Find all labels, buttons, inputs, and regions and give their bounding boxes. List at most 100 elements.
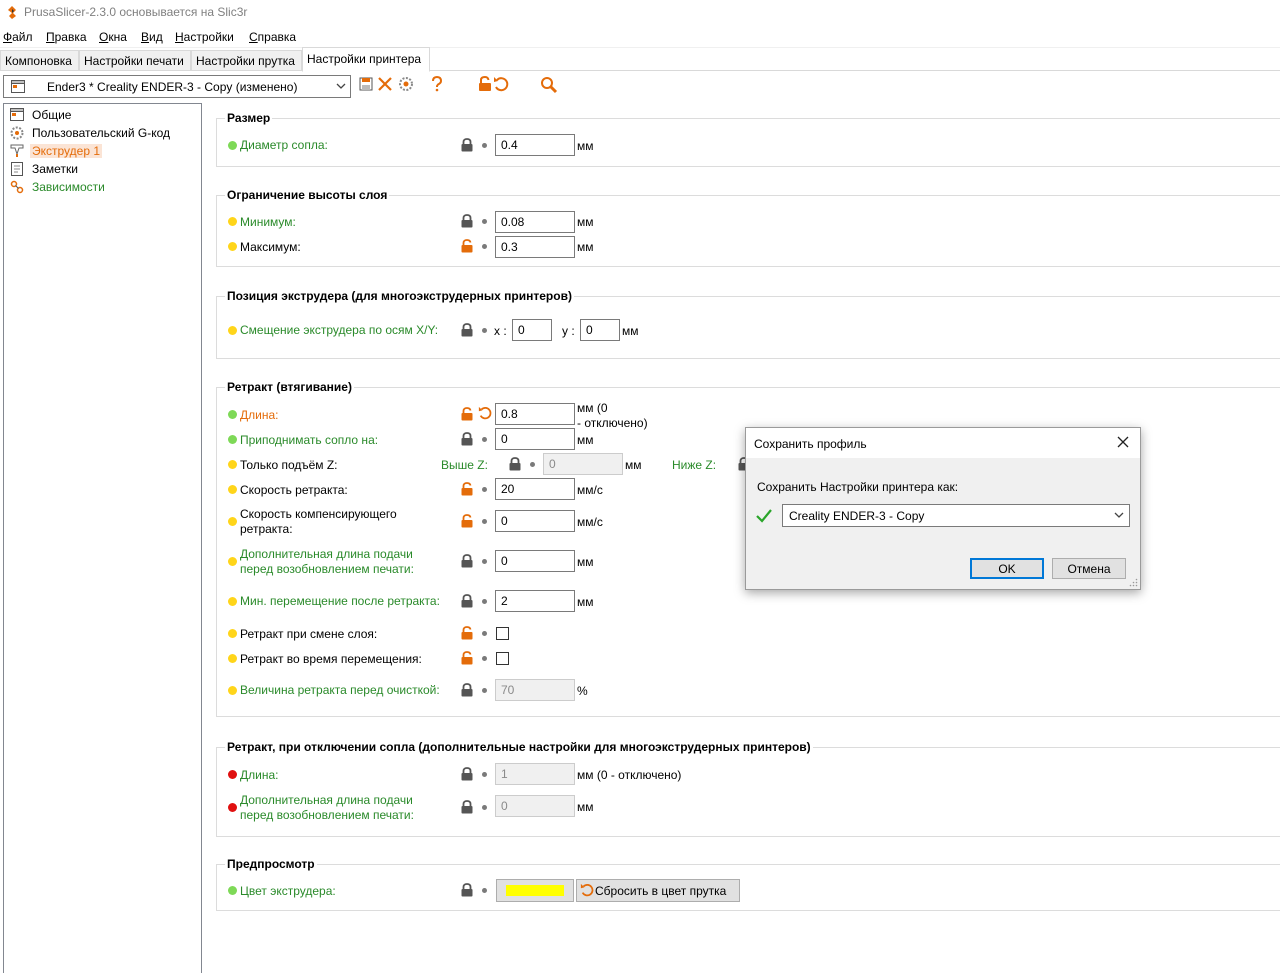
retract-before-wipe-label: Величина ретракта перед очисткой: [240,683,440,697]
cancel-button[interactable]: Отмена [1052,558,1126,579]
retract-length-unit-2: - отключено) [577,416,648,430]
retract-lift-input[interactable]: 0 [495,428,575,450]
extruder-color-button[interactable] [496,879,574,902]
retract-lift-unit: мм [577,433,594,447]
lock-icon[interactable] [460,594,474,608]
wipe-label: Ретракт во время перемещения: [240,652,422,666]
lock-icon[interactable] [460,800,474,814]
system-value-dot [482,219,487,224]
notes-icon [11,162,23,176]
menu-window[interactable]: Окна [99,30,127,44]
tab-printer-settings[interactable]: Настройки принтера [302,47,430,72]
menu-view[interactable]: Вид [141,30,163,44]
lock-icon[interactable] [460,432,474,446]
group-title-extruder-offset: Позиция экструдера (для многоэкструдерны… [225,289,574,303]
retract-speed-label: Скорость ретракта: [240,483,348,497]
lock-icon[interactable] [460,883,474,897]
search-icon[interactable] [540,76,558,94]
preset-name-select[interactable]: Creality ENDER-3 - Copy [782,504,1130,527]
resize-grip-icon[interactable] [1129,578,1138,587]
above-z-label: Выше Z: [441,458,488,472]
below-z-label: Ниже Z: [672,458,717,472]
undo-icon[interactable] [493,76,509,92]
lock-icon[interactable] [508,457,522,471]
retract-restart-extra-input[interactable]: 0 [495,550,575,572]
reset-to-filament-color-button[interactable]: Сбросить в цвет прутка [576,879,740,902]
toolchange-length-unit: мм (0 - отключено) [577,768,682,782]
deretract-speed-input[interactable]: 0 [495,510,575,532]
unlock-icon[interactable] [478,76,492,92]
lock-icon[interactable] [460,683,474,697]
min-layer-height-input[interactable]: 0.08 [495,211,575,233]
max-layer-height-label: Максимум: [240,240,301,254]
system-value-dot [482,656,487,661]
lock-icon[interactable] [460,554,474,568]
retract-layer-change-checkbox[interactable] [496,627,509,640]
unlock-icon[interactable] [460,482,474,496]
group-title-toolchange-retraction: Ретракт, при отключении сопла (дополните… [225,740,813,754]
unlock-icon[interactable] [460,407,474,421]
retract-layer-change-label: Ретракт при смене слоя: [240,627,378,641]
status-dot [228,485,237,494]
menu-edit[interactable]: Правка [46,30,87,44]
compare-icon[interactable] [398,76,414,92]
retract-speed-input[interactable]: 20 [495,478,575,500]
wipe-checkbox[interactable] [496,652,509,665]
lock-icon[interactable] [460,138,474,152]
status-dot [228,141,237,150]
above-z-unit: мм [625,458,642,472]
menu-settings[interactable]: Настройки [175,30,234,44]
deretract-speed-unit: мм/с [577,515,603,529]
system-value-dot [482,487,487,492]
offset-x-input[interactable]: 0 [512,319,552,341]
system-value-dot [482,244,487,249]
toolchange-extra-unit: мм [577,800,594,814]
preset-name-value: Creality ENDER-3 - Copy [789,509,925,523]
retract-restart-extra-label-2: перед возобновлением печати: [240,562,414,576]
system-value-dot [482,519,487,524]
menu-file[interactable]: Файл [3,30,33,44]
retract-length-label: Длина: [240,408,279,422]
tab-print-settings[interactable]: Настройки печати [79,50,191,71]
unlock-icon[interactable] [460,514,474,528]
close-icon[interactable] [1114,433,1132,451]
above-z-input[interactable]: 0 [543,453,623,475]
ok-button[interactable]: OK [970,558,1044,579]
lock-icon[interactable] [460,767,474,781]
delete-icon[interactable] [377,76,393,92]
max-layer-height-input[interactable]: 0.3 [495,236,575,258]
status-dot [228,686,237,695]
tab-filament-settings[interactable]: Настройки прутка [191,50,302,71]
offset-x-label: x : [494,324,507,338]
retract-before-wipe-input[interactable]: 70 [495,679,575,701]
retract-length-input[interactable]: 0.8 [495,403,575,425]
lock-icon[interactable] [460,214,474,228]
printer-preset-select[interactable]: Ender3 * Creality ENDER-3 - Copy (измене… [3,75,351,98]
offset-y-label: y : [562,324,575,338]
help-icon[interactable] [431,76,443,92]
offset-unit: мм [622,324,639,338]
max-layer-height-unit: мм [577,240,594,254]
system-value-dot [482,631,487,636]
retract-before-wipe-unit: % [577,684,588,698]
system-value-dot [482,559,487,564]
offset-y-input[interactable]: 0 [580,319,620,341]
undo-icon[interactable] [478,406,492,420]
save-icon[interactable] [359,76,373,92]
unlock-icon[interactable] [460,626,474,640]
tab-plater[interactable]: Компоновка [0,50,79,71]
lock-icon[interactable] [460,323,474,337]
dialog-header: Сохранить профиль [746,428,1140,458]
system-value-dot [482,688,487,693]
status-dot [228,517,237,526]
nozzle-diameter-input[interactable]: 0.4 [495,134,575,156]
toolchange-length-input[interactable]: 1 [495,763,575,785]
deretract-speed-label-2: ретракта: [240,522,293,536]
unlock-icon[interactable] [460,239,474,253]
extruder-color-label: Цвет экструдера: [240,884,336,898]
menu-help[interactable]: Справка [249,30,296,44]
unlock-icon[interactable] [460,651,474,665]
window-title: PrusaSlicer-2.3.0 основывается на Slic3r [24,5,248,19]
retract-min-travel-input[interactable]: 2 [495,590,575,612]
toolchange-extra-input[interactable]: 0 [495,795,575,817]
